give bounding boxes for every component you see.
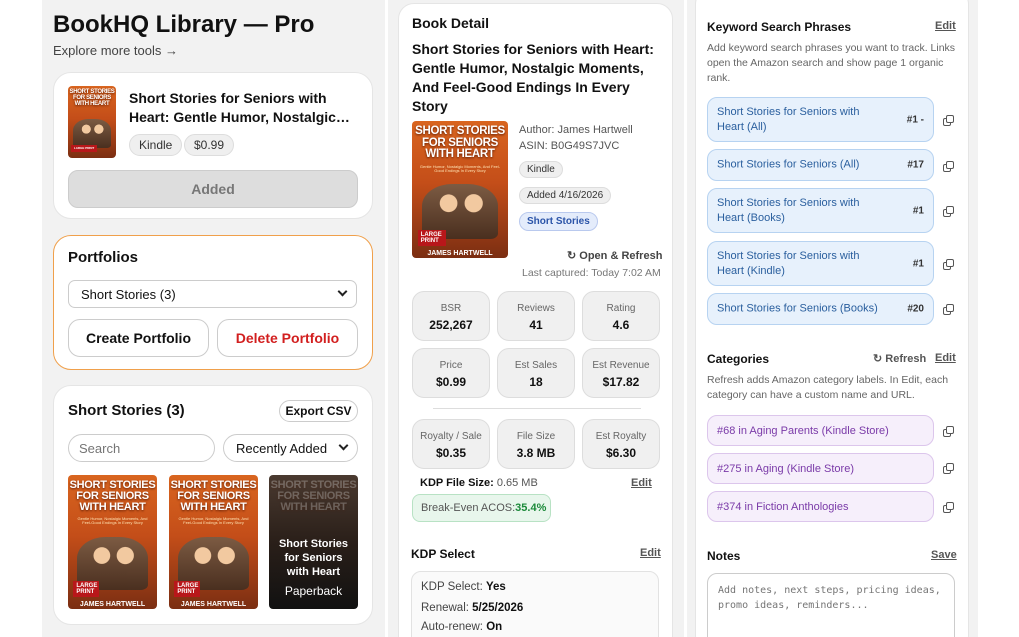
stat-est-sales: Est Sales 18 bbox=[497, 348, 575, 398]
book-detail-title: Short Stories for Seniors with Heart: Ge… bbox=[412, 41, 654, 114]
collection-heading: Short Stories (3) bbox=[68, 402, 185, 419]
book-detail-cover: SHORT STORIES FOR SENIORS WITH HEART Gen… bbox=[412, 121, 508, 258]
book-cover-thumbnail: SHORT STORIES FOR SENIORS WITH HEART LAR… bbox=[68, 86, 116, 158]
categories-edit-link[interactable]: Edit bbox=[935, 352, 956, 364]
kdp-file-size: KDP File Size: 0.65 MB bbox=[420, 477, 538, 489]
divider bbox=[433, 408, 641, 409]
stat-bsr: BSR 252,267 bbox=[412, 291, 490, 341]
category-item[interactable]: #374 in Fiction Anthologies bbox=[707, 491, 934, 522]
copy-icon[interactable] bbox=[943, 206, 954, 217]
category-tag: Short Stories bbox=[519, 212, 598, 231]
format-pill: Kindle bbox=[129, 134, 183, 156]
current-book-card: SHORT STORIES FOR SENIORS WITH HEART LAR… bbox=[53, 72, 373, 219]
author-text: Author: James Hartwell bbox=[519, 124, 633, 136]
keyword-item[interactable]: Short Stories for Seniors (All) #17 bbox=[707, 149, 934, 181]
copy-icon[interactable] bbox=[943, 304, 954, 315]
copy-icon[interactable] bbox=[943, 115, 954, 126]
categories-refresh-button[interactable]: ↻ Refresh bbox=[873, 352, 926, 365]
keyword-item[interactable]: Short Stories for Seniors with Heart (Ki… bbox=[707, 241, 934, 286]
stat-price: Price $0.99 bbox=[412, 348, 490, 398]
library-column: BookHQ Library — Pro Explore more tools … bbox=[42, 0, 385, 637]
stat-est-royalty: Est Royalty $6.30 bbox=[582, 419, 660, 469]
create-portfolio-button[interactable]: Create Portfolio bbox=[68, 319, 209, 357]
kdp-select-edit-link[interactable]: Edit bbox=[640, 547, 661, 559]
book-3-title: Short Stories for Seniors with Heart bbox=[278, 538, 349, 578]
portfolios-card: Portfolios Short Stories (3) Create Port… bbox=[53, 235, 373, 370]
copy-icon[interactable] bbox=[943, 161, 954, 172]
kdp-select-box: KDP Select: Yes Renewal: 5/25/2026 Auto-… bbox=[411, 571, 659, 637]
collection-search-input[interactable] bbox=[68, 434, 215, 462]
chevron-down-icon bbox=[338, 440, 349, 451]
format-pill: Kindle bbox=[519, 161, 563, 178]
copy-icon[interactable] bbox=[943, 426, 954, 437]
copy-icon[interactable] bbox=[943, 259, 954, 270]
stat-file-size: File Size 3.8 MB bbox=[497, 419, 575, 469]
stat-est-revenue: Est Revenue $17.82 bbox=[582, 348, 660, 398]
collection-book-3[interactable]: SHORT STORIES FOR SENIORS WITH HEART Sho… bbox=[269, 475, 358, 609]
keyword-description: Add keyword search phrases you want to t… bbox=[707, 42, 956, 84]
open-refresh-button[interactable]: ↻ Open & Refresh bbox=[567, 249, 662, 262]
collection-book-1[interactable]: SHORT STORIES FOR SENIORS WITH HEART Gen… bbox=[68, 475, 157, 609]
category-item[interactable]: #275 in Aging (Kindle Store) bbox=[707, 453, 934, 484]
sort-select-value: Recently Added bbox=[236, 441, 328, 456]
copy-icon[interactable] bbox=[943, 502, 954, 513]
portfolio-select[interactable]: Short Stories (3) bbox=[68, 280, 357, 308]
notes-textarea[interactable] bbox=[707, 573, 955, 637]
notes-heading: Notes bbox=[707, 549, 741, 563]
break-even-acos-badge: Break-Even ACOS:35.4% bbox=[412, 494, 551, 522]
sort-select[interactable]: Recently Added bbox=[223, 434, 358, 462]
copy-icon[interactable] bbox=[943, 463, 954, 474]
keyword-item[interactable]: Short Stories for Seniors with Heart (Bo… bbox=[707, 188, 934, 233]
portfolio-select-value: Short Stories (3) bbox=[81, 287, 176, 302]
explore-tools-link[interactable]: Explore more tools → bbox=[53, 43, 178, 58]
delete-portfolio-button[interactable]: Delete Portfolio bbox=[217, 319, 358, 357]
kdp-select-heading: KDP Select bbox=[411, 547, 475, 561]
book-detail-heading: Book Detail bbox=[412, 15, 490, 31]
categories-heading: Categories bbox=[707, 352, 770, 366]
chevron-down-icon bbox=[337, 286, 348, 297]
category-item[interactable]: #68 in Aging Parents (Kindle Store) bbox=[707, 415, 934, 446]
price-pill: $0.99 bbox=[184, 134, 235, 156]
stat-reviews: Reviews 41 bbox=[497, 291, 575, 341]
file-size-edit-link[interactable]: Edit bbox=[631, 477, 652, 489]
keyword-edit-link[interactable]: Edit bbox=[935, 20, 956, 32]
detail-column: Book Detail Short Stories for Seniors wi… bbox=[388, 0, 684, 637]
keyword-item[interactable]: Short Stories for Seniors (Books) #20 bbox=[707, 293, 934, 325]
book-title: Short Stories for Seniors with Heart: Ge… bbox=[129, 90, 350, 125]
collection-card: Short Stories (3) Export CSV Recently Ad… bbox=[53, 385, 373, 625]
asin-text: ASIN: B0G49S7JVC bbox=[519, 140, 620, 152]
stat-rating: Rating 4.6 bbox=[582, 291, 660, 341]
added-date-pill: Added 4/16/2026 bbox=[519, 187, 612, 204]
notes-save-link[interactable]: Save bbox=[931, 549, 957, 561]
last-captured-text: Last captured: Today 7:02 AM bbox=[522, 267, 661, 279]
stat-royalty-per-sale: Royalty / Sale $0.35 bbox=[412, 419, 490, 469]
export-csv-button[interactable]: Export CSV bbox=[279, 400, 358, 422]
keyword-item[interactable]: Short Stories for Seniors with Heart (Al… bbox=[707, 97, 934, 142]
refresh-icon: ↻ bbox=[567, 250, 577, 262]
book-detail-card: Book Detail Short Stories for Seniors wi… bbox=[398, 3, 673, 637]
added-button[interactable]: Added bbox=[68, 170, 358, 208]
collection-book-2[interactable]: SHORT STORIES FOR SENIORS WITH HEART Gen… bbox=[169, 475, 258, 609]
app-title: BookHQ Library — Pro bbox=[53, 11, 315, 38]
categories-description: Refresh adds Amazon category labels. In … bbox=[707, 374, 949, 401]
book-3-format: Paperback bbox=[284, 584, 343, 598]
portfolios-heading: Portfolios bbox=[68, 249, 138, 266]
tracking-column: Keyword Search Phrases Edit Add keyword … bbox=[687, 0, 978, 637]
keyword-heading: Keyword Search Phrases bbox=[707, 20, 852, 34]
refresh-icon: ↻ bbox=[873, 353, 883, 365]
